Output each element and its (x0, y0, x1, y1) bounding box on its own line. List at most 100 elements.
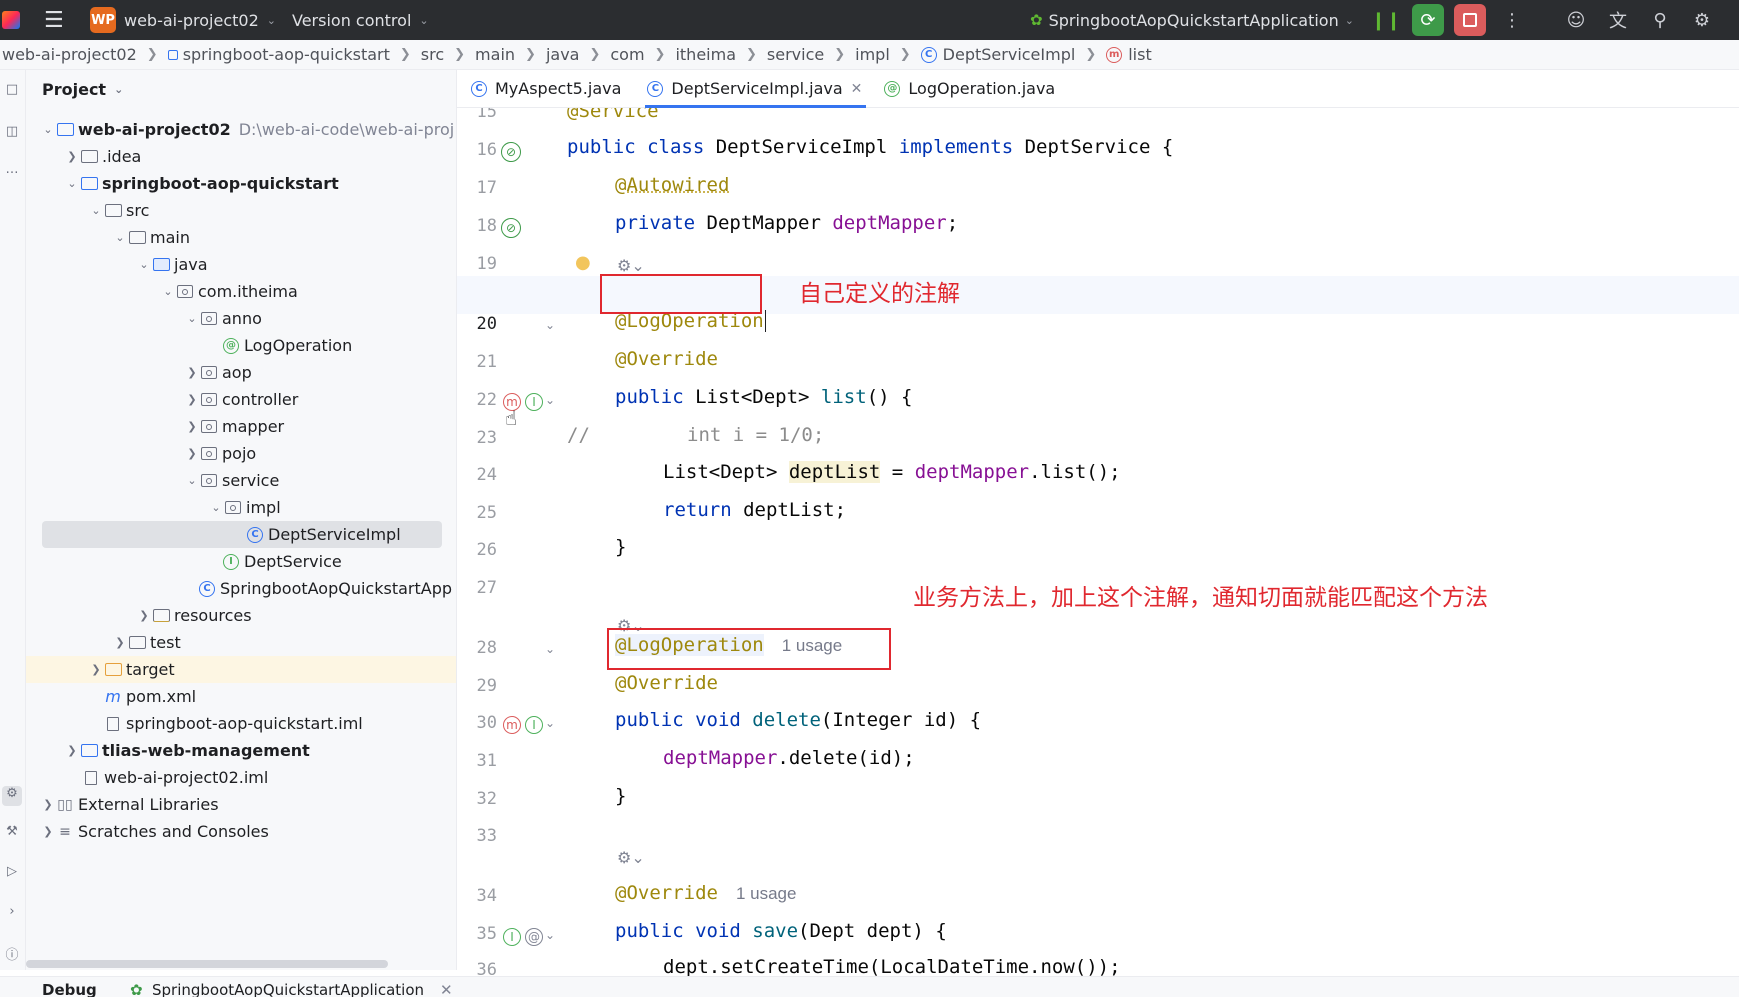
lightbulb-icon[interactable]: ● (575, 252, 591, 273)
tree-item[interactable]: ❯ target (26, 656, 456, 683)
tree-item[interactable]: ❯ controller (26, 386, 456, 413)
settings-gear-icon[interactable]: ⚙ (1686, 4, 1718, 36)
module-folder-icon (80, 743, 98, 759)
annotation-gutter-icon[interactable]: @ (525, 928, 543, 946)
stop-icon[interactable] (1454, 4, 1486, 36)
tree-item[interactable]: ⌄ src (26, 197, 456, 224)
more-actions-icon[interactable]: ⋮ (1496, 4, 1528, 36)
code-vision-icon[interactable]: ⚙⌄ (617, 256, 645, 275)
breadcrumb-item[interactable]: src (421, 45, 444, 64)
horizontal-scrollbar[interactable] (26, 960, 388, 968)
tree-item[interactable]: ⌄ impl (26, 494, 456, 521)
implements-method-icon[interactable]: I (525, 716, 543, 734)
breadcrumb-item[interactable]: service (767, 45, 824, 64)
tree-item[interactable]: web-ai-project02.iml (26, 764, 456, 791)
annotation-note: 自己定义的注解 (799, 281, 960, 307)
debug-tab[interactable]: Debug (42, 981, 97, 997)
chevron-right-icon: ❯ (525, 47, 536, 62)
implements-method-icon[interactable]: I (525, 393, 543, 411)
tree-item[interactable]: ❯ pojo (26, 440, 456, 467)
breadcrumb-item[interactable]: springboot-aop-quickstart (183, 45, 390, 64)
tree-item[interactable]: ⌄ web-ai-project02 D:\web-ai-code\web-ai… (26, 116, 456, 143)
terminal-icon[interactable]: › (2, 904, 22, 924)
ide-logo-icon[interactable] (2, 0, 20, 40)
tab-label: LogOperation.java (908, 79, 1056, 98)
breadcrumb-item[interactable]: web-ai-project02 (2, 45, 137, 64)
tree-item-label: DeptService (244, 552, 342, 571)
project-switcher[interactable]: WP web-ai-project02 ⌄ (90, 0, 276, 40)
build-icon[interactable]: ⚒ (2, 824, 22, 844)
tree-item[interactable]: @ LogOperation (26, 332, 456, 359)
main-menu-icon[interactable]: ☰ (44, 0, 64, 40)
tree-item[interactable]: ❯ mapper (26, 413, 456, 440)
fold-chevron-icon[interactable]: ⌄ (545, 716, 555, 730)
chevron-right-icon: ❯ (746, 47, 757, 62)
spring-autowired-icon[interactable]: ⊘ (501, 218, 521, 238)
code-token: return (663, 499, 732, 521)
close-icon[interactable]: ✕ (851, 81, 863, 97)
module-folder-icon (56, 122, 74, 138)
tree-item[interactable]: C SpringbootAopQuickstartApp (26, 575, 456, 602)
tree-item[interactable]: ❯ resources (26, 602, 456, 629)
search-icon[interactable]: ⚲ (1644, 4, 1676, 36)
run-session-tab[interactable]: SpringbootAopQuickstartApplication (152, 981, 424, 997)
tree-item-label: External Libraries (78, 795, 219, 814)
breadcrumb-item[interactable]: com (610, 45, 644, 64)
usage-hint[interactable]: 1 usage (736, 884, 797, 903)
project-panel-title: Project (42, 80, 107, 99)
tree-item[interactable]: ⌄ main (26, 224, 456, 251)
tree-item[interactable]: ⌄ java (26, 251, 456, 278)
breadcrumb-item[interactable]: list (1128, 45, 1152, 64)
tree-item[interactable]: ⌄ springboot-aop-quickstart (26, 170, 456, 197)
tree-item[interactable]: ⌄ service (26, 467, 456, 494)
implements-method-icon[interactable]: I (503, 928, 521, 946)
tree-item[interactable]: springboot-aop-quickstart.iml (26, 710, 456, 737)
tree-item-label: java (174, 255, 208, 274)
version-control-menu[interactable]: Version control ⌄ (292, 0, 429, 40)
tree-item[interactable]: ❯ test (26, 629, 456, 656)
project-panel-header[interactable]: Project ⌄ (42, 80, 123, 99)
code-line: int i = 1/0; (687, 424, 824, 446)
breadcrumb-item[interactable]: DeptServiceImpl (943, 45, 1076, 64)
translate-icon[interactable]: 文 (1602, 4, 1634, 36)
tab-deptserviceimpl[interactable]: C DeptServiceImpl.java ✕ (641, 70, 870, 108)
tree-item-label: web-ai-project02 (78, 120, 231, 139)
tree-item[interactable]: I DeptService (26, 548, 456, 575)
run-config-selector[interactable]: ✿ SpringbootAopQuickstartApplication ⌄ (1030, 0, 1354, 40)
fold-chevron-icon[interactable]: ⌄ (545, 393, 555, 407)
breadcrumb-item[interactable]: impl (855, 45, 890, 64)
tree-item[interactable]: ❯ aop (26, 359, 456, 386)
run-icon[interactable]: ▷ (2, 864, 22, 884)
code-area[interactable]: 15 16 17 18 19 20 21 22 23 24 25 26 27 2… (457, 108, 1739, 976)
account-icon[interactable]: ☺ (1560, 4, 1592, 36)
tree-item-selected[interactable]: C DeptServiceImpl (42, 521, 442, 548)
services-icon[interactable]: ⚙ (2, 786, 22, 806)
tree-item[interactable]: ⌄ anno (26, 305, 456, 332)
tab-logoperation[interactable]: @ LogOperation.java (878, 70, 1063, 108)
breadcrumb-item[interactable]: java (546, 45, 580, 64)
breadcrumb-item[interactable]: itheima (675, 45, 736, 64)
code-vision-icon[interactable]: ⚙⌄ (617, 848, 645, 867)
spring-bean-icon[interactable]: ⊘ (501, 142, 521, 162)
tree-item[interactable]: ❯ .idea (26, 143, 456, 170)
structure-icon[interactable]: ◫ (2, 124, 22, 144)
resume-icon[interactable]: ❙❙ (1370, 4, 1402, 36)
fold-chevron-icon[interactable]: ⌄ (545, 642, 555, 656)
close-icon[interactable]: ✕ (440, 981, 453, 997)
line-number: 15 (476, 108, 497, 122)
project-folder-icon[interactable]: □ (2, 82, 22, 102)
more-tools-icon[interactable]: … (2, 162, 22, 182)
tab-myaspect5[interactable]: C MyAspect5.java (465, 70, 629, 108)
fold-chevron-icon[interactable]: ⌄ (545, 928, 555, 942)
breadcrumb-item[interactable]: main (475, 45, 515, 64)
aop-advice-icon[interactable]: m (503, 716, 521, 734)
tree-item[interactable]: ❯ ≡ Scratches and Consoles (26, 818, 456, 845)
tree-item[interactable]: ⌄ com.itheima (26, 278, 456, 305)
tree-item[interactable]: m pom.xml (26, 683, 456, 710)
interface-icon: I (222, 553, 240, 570)
problems-icon[interactable]: ⓘ (2, 944, 22, 964)
fold-chevron-icon[interactable]: ⌄ (545, 318, 555, 332)
tree-item[interactable]: ❯ ▯▯ External Libraries (26, 791, 456, 818)
tree-item[interactable]: ❯ tlias-web-management (26, 737, 456, 764)
rerun-icon[interactable]: ⟳ (1412, 4, 1444, 36)
